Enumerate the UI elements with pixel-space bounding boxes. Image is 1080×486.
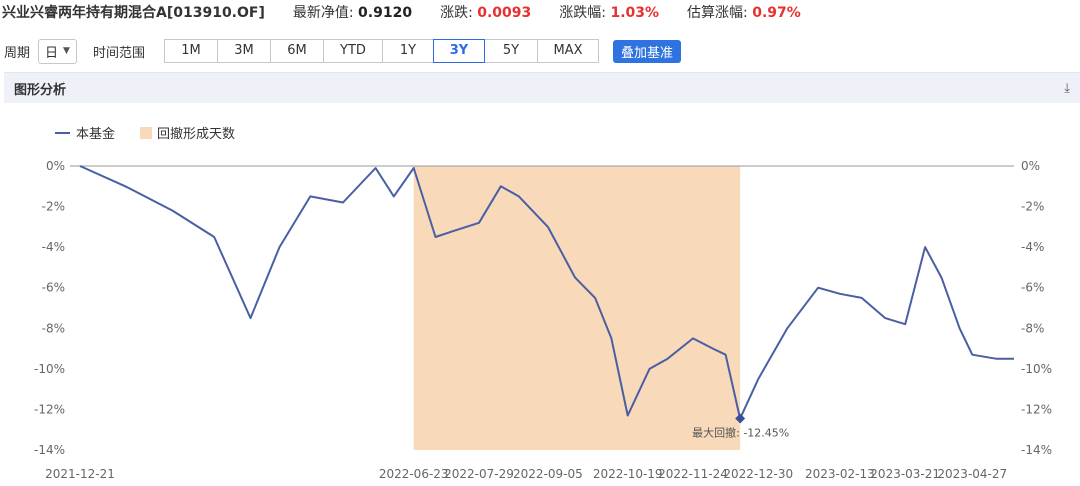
x-tick: 2022-11-24 — [658, 467, 728, 481]
y-tick-left: -2% — [42, 200, 65, 214]
x-tick: 2021-12-21 — [45, 467, 115, 481]
legend-series: 本基金 — [76, 126, 115, 142]
x-tick: 2022-07-29 — [444, 467, 514, 481]
drawdown-chart: 0% 0% -2% -2% -4% -4% -6% -6% -8% -8% -10% -10% -12%… — [0, 0, 1080, 485]
y-tick-right: -2% — [1021, 200, 1044, 214]
y-tick-left: -14% — [34, 443, 65, 457]
y-tick-left: -12% — [34, 402, 65, 416]
y-tick-left: -6% — [42, 281, 65, 295]
y-tick-left: -4% — [42, 240, 65, 254]
y-tick-right: -6% — [1021, 281, 1044, 295]
x-tick: 2022-06-23 — [379, 467, 449, 481]
x-tick: 2022-12-30 — [723, 467, 793, 481]
y-tick-right: -10% — [1021, 362, 1052, 376]
x-tick: 2022-10-19 — [593, 467, 663, 481]
drawdown-region — [414, 166, 740, 450]
x-tick: 2023-02-13 — [805, 467, 875, 481]
y-tick-left: -10% — [34, 362, 65, 376]
x-tick: 2023-04-27 — [937, 467, 1007, 481]
range-button-3y[interactable]: 3Y — [433, 39, 485, 63]
x-tick: 2022-09-05 — [513, 467, 583, 481]
y-tick-right: -14% — [1021, 443, 1052, 457]
y-tick-right: 0% — [1021, 159, 1040, 173]
y-tick-right: -12% — [1021, 402, 1052, 416]
legend-region-swatch — [140, 127, 152, 139]
y-tick-left: 0% — [46, 159, 65, 173]
y-tick-right: -4% — [1021, 240, 1044, 254]
y-tick-left: -8% — [42, 321, 65, 335]
max-drawdown-label: 最大回撤: -12.45% — [692, 426, 789, 440]
y-tick-right: -8% — [1021, 321, 1044, 335]
x-tick: 2023-03-21 — [870, 467, 940, 481]
legend-region: 回撤形成天数 — [157, 126, 235, 142]
